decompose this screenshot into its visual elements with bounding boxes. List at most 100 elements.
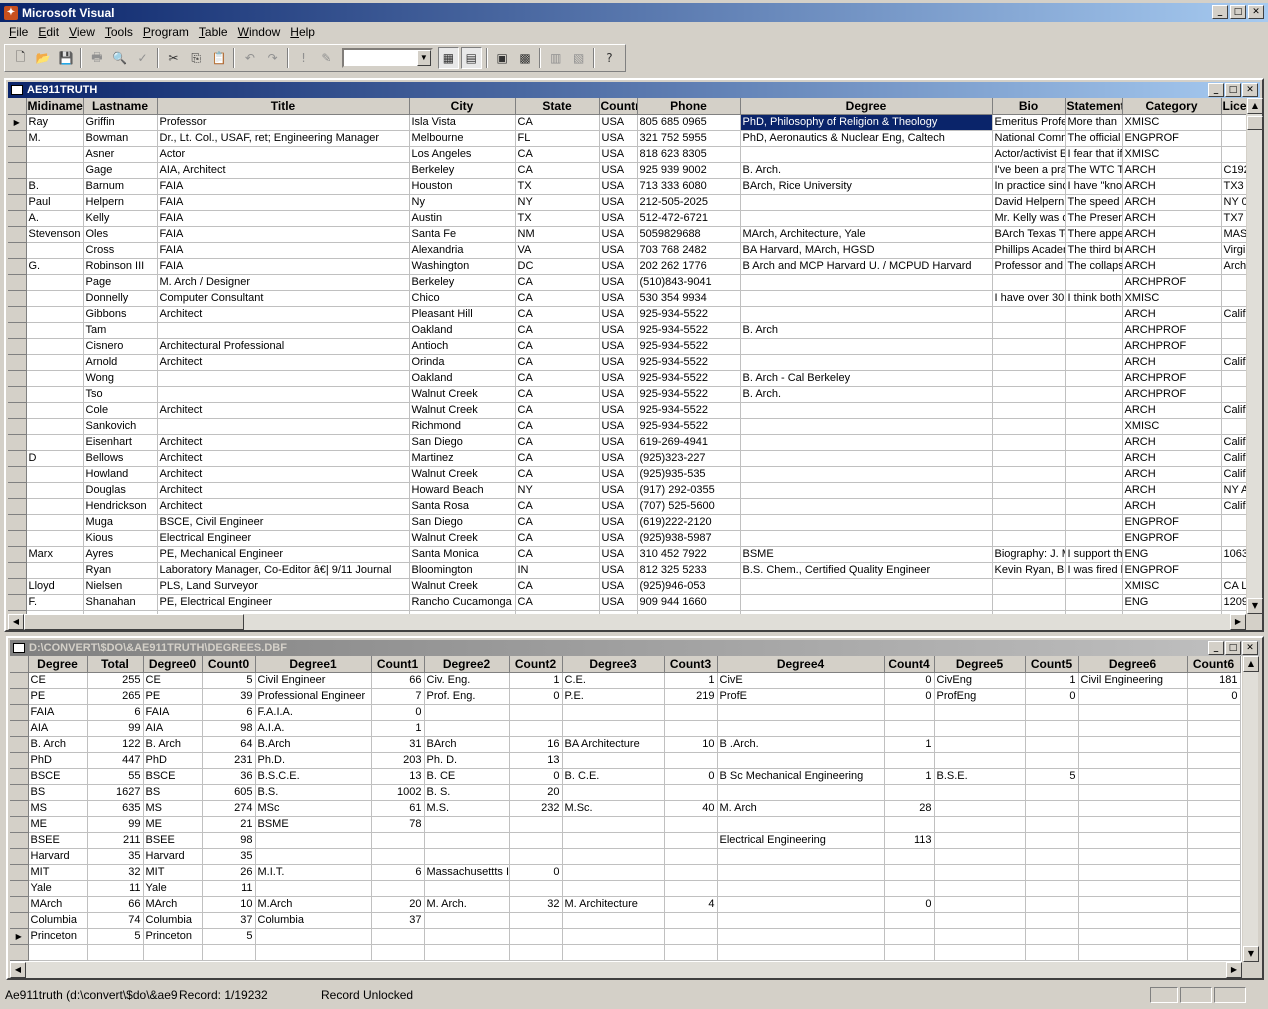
scroll-right-icon[interactable]: ▶ xyxy=(1226,962,1242,978)
cell-phone[interactable]: 805 685 0965 xyxy=(637,114,741,131)
cell-degree1[interactable]: BSME xyxy=(255,816,372,833)
cell-count3[interactable]: 40 xyxy=(664,800,718,817)
cell-statement[interactable]: I was fired b xyxy=(1065,562,1123,579)
cell-lastname[interactable]: Bellows xyxy=(83,450,158,467)
cell-degree[interactable] xyxy=(740,274,993,291)
cell-degree4[interactable] xyxy=(717,848,885,865)
cell-degree1[interactable]: B.S.C.E. xyxy=(255,768,372,785)
cell-degree1[interactable]: Professional Engineer xyxy=(255,688,372,705)
cell-count3[interactable] xyxy=(664,752,718,769)
cell-bio[interactable] xyxy=(992,434,1066,451)
cell-category[interactable]: ARCH xyxy=(1122,162,1222,179)
cell-state[interactable]: CA xyxy=(515,162,600,179)
cell-statement[interactable]: The speed xyxy=(1065,194,1123,211)
cell-degree[interactable] xyxy=(740,434,993,451)
cell-degree6[interactable] xyxy=(1078,848,1188,865)
cell-city[interactable]: Austin xyxy=(409,210,516,227)
cell-degree4[interactable] xyxy=(717,896,885,913)
cell-bio[interactable] xyxy=(992,322,1066,339)
cell-title[interactable] xyxy=(157,322,410,339)
cell-count1[interactable]: 78 xyxy=(371,816,425,833)
table-row[interactable]: Donnelly Computer Consultant Chico CA USA 530… xyxy=(8,290,1246,307)
cell-license[interactable]: CA L xyxy=(1221,578,1246,595)
cell-count2[interactable]: 20 xyxy=(509,784,563,801)
cell-country[interactable]: USA xyxy=(599,450,638,467)
cell-title[interactable]: FAIA xyxy=(157,178,410,195)
cell-city[interactable]: Berkeley xyxy=(409,274,516,291)
cell-degree4[interactable] xyxy=(717,752,885,769)
cell-degree[interactable] xyxy=(740,338,993,355)
cell-count5[interactable] xyxy=(1025,752,1079,769)
cell-country[interactable]: USA xyxy=(599,162,638,179)
cell-degree6[interactable] xyxy=(1078,928,1188,945)
cell-degree[interactable] xyxy=(740,514,993,531)
cell-license[interactable]: MAS xyxy=(1221,226,1246,243)
cell-degree6[interactable] xyxy=(1078,768,1188,785)
cell-total[interactable]: 122 xyxy=(87,736,144,753)
cell-degree4[interactable] xyxy=(717,816,885,833)
cell-bio[interactable]: I've been a practicing xyxy=(992,162,1066,179)
cell-midiname[interactable] xyxy=(26,418,84,435)
cell-bio[interactable] xyxy=(992,418,1066,435)
cell-statement[interactable] xyxy=(1065,450,1123,467)
cell-category[interactable]: ENG xyxy=(1122,546,1222,563)
cell-midiname[interactable] xyxy=(26,402,84,419)
cell-statement[interactable] xyxy=(1065,530,1123,547)
cell-count2[interactable]: 13 xyxy=(509,752,563,769)
cell-lastname[interactable]: Arnold xyxy=(83,354,158,371)
vertical-scrollbar[interactable]: ▲ ▼ xyxy=(1242,656,1259,962)
cell-degree5[interactable] xyxy=(934,720,1026,737)
data-session-icon[interactable]: ▤ xyxy=(460,47,482,69)
cell-lastname[interactable]: Griffin xyxy=(83,114,158,131)
cell-state[interactable]: CA xyxy=(515,338,600,355)
cell-count3[interactable] xyxy=(664,704,718,721)
cell-degree[interactable]: CE xyxy=(28,672,88,689)
cell-degree[interactable]: B. Arch xyxy=(28,736,88,753)
cell-total[interactable]: 6 xyxy=(87,704,144,721)
cell-total[interactable]: 55 xyxy=(87,768,144,785)
cell-phone[interactable]: (707) 525-5600 xyxy=(637,498,741,515)
record-selector[interactable] xyxy=(10,672,29,689)
cell-bio[interactable] xyxy=(992,354,1066,371)
cell-count0[interactable]: 39 xyxy=(202,688,256,705)
cell-count3[interactable] xyxy=(664,848,718,865)
cell-degree6[interactable] xyxy=(1078,816,1188,833)
cell-category[interactable]: ARCHPROF xyxy=(1122,274,1222,291)
cell-statement[interactable] xyxy=(1065,274,1123,291)
cell-country[interactable]: USA xyxy=(599,562,638,579)
cell-category[interactable]: XMISC xyxy=(1122,578,1222,595)
table-row[interactable]: B. Barnum FAIA Houston TX USA 713 333 6080 BArc… xyxy=(8,178,1246,195)
cell-count6[interactable] xyxy=(1187,816,1241,833)
cell-total[interactable]: 74 xyxy=(87,912,144,929)
cell-count0[interactable]: 98 xyxy=(202,720,256,737)
cell-degree[interactable] xyxy=(740,194,993,211)
cell-country[interactable]: USA xyxy=(599,594,638,611)
cell-count3[interactable] xyxy=(664,928,718,945)
record-selector[interactable] xyxy=(10,736,29,753)
cell-license[interactable] xyxy=(1221,386,1246,403)
cell-city[interactable]: Martinez xyxy=(409,450,516,467)
cell-degree0[interactable]: ME xyxy=(143,816,203,833)
cell-lastname[interactable]: Page xyxy=(83,274,158,291)
cell-phone[interactable]: 703 768 2482 xyxy=(637,242,741,259)
cell-license[interactable] xyxy=(1221,338,1246,355)
cell-phone[interactable]: 925-934-5522 xyxy=(637,338,741,355)
column-header-count0[interactable]: Count0 xyxy=(202,656,256,673)
cell-title[interactable]: Architect xyxy=(157,434,410,451)
cell-lastname[interactable]: Bowman xyxy=(83,130,158,147)
cell-degree0[interactable]: Princeton xyxy=(143,928,203,945)
cell-bio[interactable] xyxy=(992,498,1066,515)
cell-category[interactable]: ARCH xyxy=(1122,482,1222,499)
cell-category[interactable]: ARCH xyxy=(1122,434,1222,451)
cell-degree[interactable]: BSCE xyxy=(28,768,88,785)
cell-lastname[interactable]: Muga xyxy=(83,514,158,531)
menu-file[interactable]: File xyxy=(4,23,33,41)
cell-country[interactable]: USA xyxy=(599,418,638,435)
cell-degree3[interactable]: BA Architecture xyxy=(562,736,665,753)
cell-count1[interactable]: 1 xyxy=(371,720,425,737)
cell-midiname[interactable] xyxy=(26,498,84,515)
cell-degree2[interactable] xyxy=(424,880,510,897)
cell-count2[interactable]: 1 xyxy=(509,672,563,689)
cell-title[interactable] xyxy=(157,418,410,435)
record-selector[interactable] xyxy=(10,752,29,769)
